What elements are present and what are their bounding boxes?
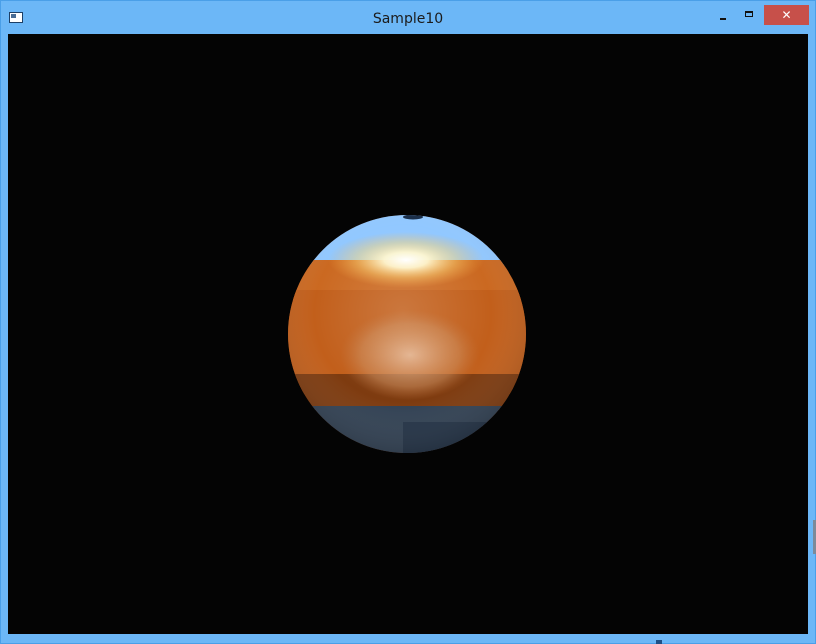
title-bar[interactable]: Sample10 ✕ xyxy=(1,1,815,34)
minimize-button[interactable] xyxy=(710,5,736,25)
scene-canvas xyxy=(288,215,526,453)
taskbar-edge xyxy=(656,640,662,644)
orange-sphere xyxy=(288,215,526,453)
app-window: Sample10 ✕ xyxy=(0,0,816,644)
close-icon: ✕ xyxy=(781,8,792,22)
render-viewport[interactable] xyxy=(8,34,808,634)
maximize-button[interactable] xyxy=(737,5,763,25)
close-button[interactable]: ✕ xyxy=(764,5,809,25)
window-title: Sample10 xyxy=(372,11,444,27)
